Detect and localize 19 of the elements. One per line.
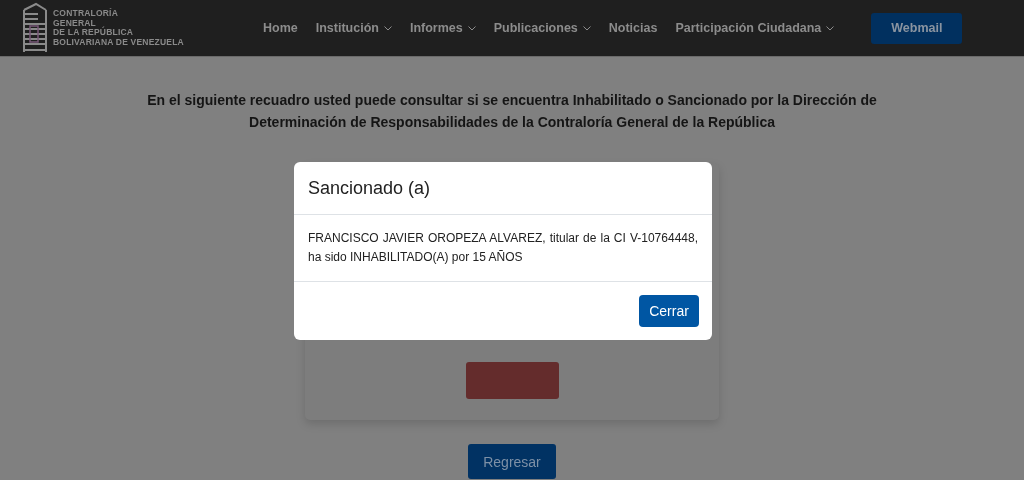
nav-link[interactable]: Participación Ciudadana: [666, 21, 844, 35]
dialog-title: Sancionado (a): [308, 177, 431, 199]
chevron-down-icon: [383, 25, 392, 31]
nav-link[interactable]: Noticias: [599, 21, 667, 35]
dialog-message: FRANCISCO JAVIER OROPEZA ALVAREZ, titular de la CI V-10764448, ha sido INHABILITADO(A) por 15 AÑOS: [308, 230, 698, 266]
logo-text: CONTRALORÍA GENERAL DE LA REPÚBLICA BOLIVARIANA DE VENEZUELA: [53, 9, 184, 47]
chevron-down-icon: [467, 25, 476, 31]
nav-link[interactable]: Informes: [400, 21, 485, 35]
back-button[interactable]: Regresar: [468, 444, 556, 479]
submit-button[interactable]: [465, 362, 559, 399]
intro-text: En el siguiente recuadro usted puede consultar si se encuentra Inhabilitado o Sancionado por la Dirección de Determinación de Responsabilidades de la Contraloría General de la República: [147, 91, 877, 132]
nav-link[interactable]: Home: [254, 21, 307, 35]
chevron-down-icon: [826, 25, 835, 31]
building-logo-icon: [20, 2, 50, 54]
nav-link[interactable]: Institución: [306, 21, 401, 35]
chevron-down-icon: [582, 25, 591, 31]
close-button[interactable]: Cerrar: [639, 295, 699, 327]
nav-link[interactable]: Publicaciones: [484, 21, 600, 35]
webmail-button[interactable]: Webmail: [871, 12, 963, 44]
